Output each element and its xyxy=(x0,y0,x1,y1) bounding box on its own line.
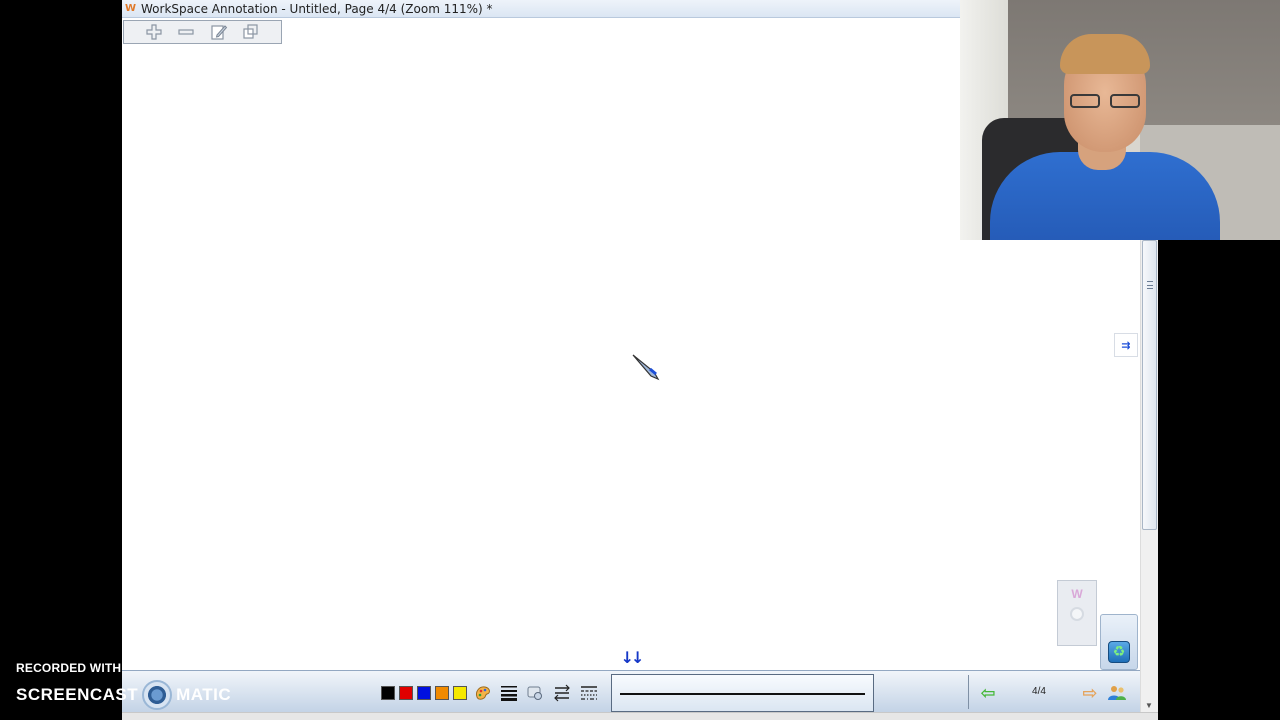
collapse-toolbar-button[interactable]: ↓↓ xyxy=(618,644,644,670)
zoom-toolbar xyxy=(123,20,282,44)
page-count: 4/4 xyxy=(1032,686,1046,697)
title-bar[interactable]: W WorkSpace Annotation - Untitled, Page … xyxy=(122,0,960,18)
workspace-widget[interactable]: W xyxy=(1057,580,1097,646)
horizontal-scrollbar[interactable] xyxy=(122,712,1158,720)
bottom-toolbar: ⇦ 4/4 ⇨ xyxy=(122,670,1140,712)
users-icon[interactable] xyxy=(1106,683,1128,703)
line-style-icon[interactable] xyxy=(553,684,571,702)
double-arrow-down-icon: ↓↓ xyxy=(620,647,645,667)
color-red-swatch[interactable] xyxy=(399,686,413,700)
color-yellow-swatch[interactable] xyxy=(453,686,467,700)
vertical-scrollbar[interactable] xyxy=(1140,240,1158,712)
color-orange-swatch[interactable] xyxy=(435,686,449,700)
watermark-screencast: SCREENCAST xyxy=(16,685,139,704)
pen-preview[interactable] xyxy=(611,674,874,712)
webcam-overlay xyxy=(960,0,1280,240)
webcam-presenter-hair xyxy=(1060,34,1150,74)
pen-line-preview xyxy=(620,693,865,695)
arrow-right-icon: ⇉ xyxy=(1121,338,1131,352)
copy-pages-icon[interactable] xyxy=(241,23,261,41)
pen-cursor-icon xyxy=(630,352,664,382)
side-panel-toggle-button[interactable]: ⇉ xyxy=(1114,333,1138,357)
dash-style-icon[interactable] xyxy=(580,684,598,702)
zoom-in-icon[interactable] xyxy=(144,23,164,41)
widget-dot-icon[interactable] xyxy=(1070,607,1084,621)
edit-page-icon[interactable] xyxy=(209,23,229,41)
color-blue-swatch[interactable] xyxy=(417,686,431,700)
webcam-presenter-glasses xyxy=(1068,94,1142,110)
highlighter-icon[interactable] xyxy=(526,684,544,702)
prev-page-arrow-icon[interactable]: ⇦ xyxy=(978,683,998,704)
recycle-bin-button[interactable]: ♻ xyxy=(1100,614,1138,670)
color-black-swatch[interactable] xyxy=(381,686,395,700)
watermark-recorded-with: RECORDED WITH xyxy=(16,661,122,675)
scroll-thumb[interactable] xyxy=(1142,240,1157,530)
palette-icon[interactable] xyxy=(474,684,492,702)
zoom-out-icon[interactable] xyxy=(176,23,196,41)
line-width-icon[interactable] xyxy=(500,684,518,702)
w-widget-letter: W xyxy=(1071,587,1083,601)
scroll-grip-icon xyxy=(1147,281,1153,289)
recycle-icon: ♻ xyxy=(1108,641,1130,663)
scroll-down-arrow-icon[interactable]: ▼ xyxy=(1140,698,1158,712)
screencast-o-matic-watermark: SCREENCAST MATIC xyxy=(16,680,231,710)
watermark-matic: MATIC xyxy=(176,685,232,704)
screencast-logo-icon xyxy=(142,680,173,710)
app-logo-icon: W xyxy=(125,3,136,14)
next-page-arrow-icon[interactable]: ⇨ xyxy=(1080,683,1100,704)
toolbar-divider xyxy=(968,675,969,709)
window-title: WorkSpace Annotation - Untitled, Page 4/… xyxy=(141,1,493,16)
screen: W WorkSpace Annotation - Untitled, Page … xyxy=(0,0,1280,720)
